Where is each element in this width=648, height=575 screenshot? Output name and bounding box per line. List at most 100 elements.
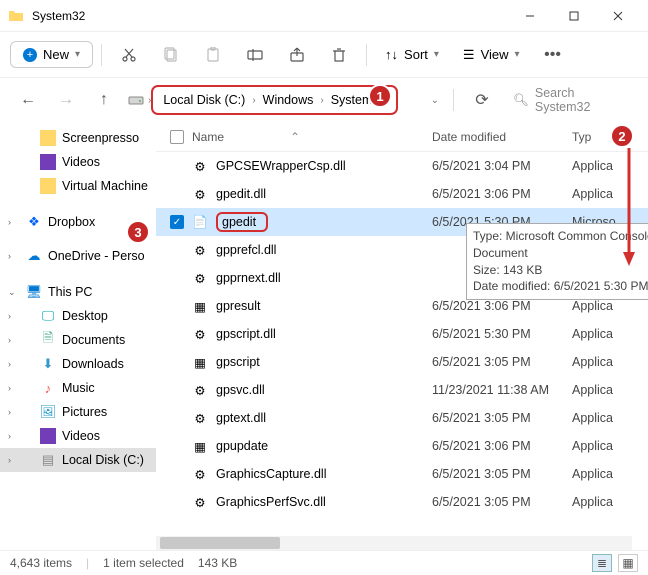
search-input[interactable]: 🔍︎ Search System32 — [506, 84, 634, 116]
onedrive-icon: ☁ — [26, 248, 42, 264]
sidebar-item[interactable]: ›🖵Desktop — [0, 304, 156, 328]
dll-icon: ⚙ — [192, 382, 208, 398]
chevron-right-icon[interactable]: › — [8, 311, 11, 321]
horizontal-scrollbar[interactable] — [156, 536, 632, 550]
chevron-down-icon[interactable]: ⌄ — [8, 287, 16, 298]
dll-icon: ⚙ — [192, 270, 208, 286]
chevron-right-icon[interactable]: › — [8, 455, 11, 465]
dll-icon: ⚙ — [192, 186, 208, 202]
dropbox-icon: ❖ — [26, 214, 42, 230]
file-row[interactable]: ▦gpupdate6/5/2021 3:06 PMApplica — [156, 432, 648, 460]
chevron-right-icon[interactable]: › — [8, 335, 11, 345]
chevron-right-icon[interactable]: › — [8, 431, 11, 441]
annotation-arrow-down — [620, 148, 638, 268]
file-row[interactable]: ⚙GraphicsCapture.dll6/5/2021 3:05 PMAppl… — [156, 460, 648, 488]
divider — [453, 89, 454, 111]
videos-icon — [40, 428, 56, 444]
search-icon: 🔍︎ — [513, 93, 529, 108]
downloads-icon: ⬇ — [40, 356, 56, 372]
scroll-thumb[interactable] — [160, 537, 280, 549]
more-button[interactable]: ••• — [534, 38, 572, 72]
select-all-checkbox[interactable] — [170, 130, 184, 144]
file-row[interactable]: ⚙gpsvc.dll11/23/2021 11:38 AMApplica — [156, 376, 648, 404]
file-row[interactable]: ⚙GPCSEWrapperCsp.dll6/5/2021 3:04 PMAppl… — [156, 152, 648, 180]
chevron-down-icon: ▾ — [434, 49, 439, 60]
file-row[interactable]: ⚙gptext.dll6/5/2021 3:05 PMApplica — [156, 404, 648, 432]
file-list[interactable]: ⚙GPCSEWrapperCsp.dll6/5/2021 3:04 PMAppl… — [156, 152, 648, 516]
divider — [366, 44, 367, 66]
address-bar: ← → ↑ › Local Disk (C:) › Windows › Syst… — [0, 78, 648, 122]
delete-button[interactable] — [320, 38, 358, 72]
view-label: View — [481, 47, 509, 62]
chevron-down-icon[interactable]: ⌄ — [431, 95, 439, 106]
annotation-badge-1: 1 — [368, 84, 392, 108]
sidebar-item-onedrive[interactable]: ›☁OneDrive - Perso — [0, 244, 156, 268]
chevron-right-icon[interactable]: › — [8, 251, 11, 261]
view-icon: ☰ — [463, 47, 475, 63]
file-row[interactable]: ⚙gpedit.dll6/5/2021 3:06 PMApplica — [156, 180, 648, 208]
drive-icon — [128, 92, 144, 108]
file-name-highlight: gpedit — [216, 212, 268, 232]
cut-button[interactable] — [110, 38, 148, 72]
details-view-toggle[interactable]: ≣ — [592, 554, 612, 572]
sort-label: Sort — [404, 47, 428, 62]
chevron-right-icon: › — [252, 95, 255, 106]
msc-icon: 📄 — [192, 214, 208, 230]
exe-icon: ▦ — [192, 354, 208, 370]
sidebar-item-localdisk[interactable]: ›▤Local Disk (C:) — [0, 448, 156, 472]
refresh-button[interactable]: ⟳ — [468, 86, 496, 114]
sidebar-item[interactable]: Videos — [0, 150, 156, 174]
sidebar-item-thispc[interactable]: ⌄🖥This PC — [0, 280, 156, 304]
toolbar: + New ▾ ↑↓ Sort ▾ ☰ View ▾ ••• — [0, 32, 648, 78]
dll-icon: ⚙ — [192, 410, 208, 426]
minimize-button[interactable] — [508, 1, 552, 31]
file-row[interactable]: ▦gpscript6/5/2021 3:05 PMApplica — [156, 348, 648, 376]
chevron-right-icon[interactable]: › — [8, 383, 11, 393]
column-name[interactable]: Name⌃ — [192, 130, 432, 144]
chevron-right-icon[interactable]: › — [8, 359, 11, 369]
file-row[interactable]: ⚙GraphicsPerfSvc.dll6/5/2021 3:05 PMAppl… — [156, 488, 648, 516]
file-row[interactable]: ⚙gpscript.dll6/5/2021 5:30 PMApplica — [156, 320, 648, 348]
chevron-right-icon[interactable]: › — [8, 217, 11, 227]
paste-button[interactable] — [194, 38, 232, 72]
breadcrumb-seg[interactable]: Local Disk (C:) — [159, 91, 249, 109]
icons-view-toggle[interactable]: ▦ — [618, 554, 638, 572]
share-button[interactable] — [278, 38, 316, 72]
view-button[interactable]: ☰ View ▾ — [453, 47, 530, 63]
sidebar-item[interactable]: ›🗎Documents — [0, 328, 156, 352]
dll-icon: ⚙ — [192, 242, 208, 258]
chevron-right-icon[interactable]: › — [8, 407, 11, 417]
up-button[interactable]: ↑ — [90, 86, 118, 114]
dll-icon: ⚙ — [192, 466, 208, 482]
sidebar-item[interactable]: Screenpresso — [0, 126, 156, 150]
exe-icon: ▦ — [192, 298, 208, 314]
item-count: 4,643 items — [10, 556, 72, 570]
maximize-button[interactable] — [552, 1, 596, 31]
exe-icon: ▦ — [192, 438, 208, 454]
copy-button[interactable] — [152, 38, 190, 72]
sort-icon: ↑↓ — [385, 47, 398, 62]
column-type[interactable]: Typ — [572, 130, 591, 144]
new-button[interactable]: + New ▾ — [10, 41, 93, 68]
column-date[interactable]: Date modified — [432, 130, 572, 144]
chevron-right-icon: › — [320, 95, 323, 106]
rename-button[interactable] — [236, 38, 274, 72]
documents-icon: 🗎 — [40, 332, 56, 348]
sidebar-item[interactable]: ›🖼Pictures — [0, 400, 156, 424]
sidebar-item[interactable]: ›♪Music — [0, 376, 156, 400]
dll-icon: ⚙ — [192, 494, 208, 510]
sidebar-item[interactable]: ›Videos — [0, 424, 156, 448]
forward-button[interactable]: → — [52, 86, 80, 114]
sidebar-item[interactable]: ›⬇Downloads — [0, 352, 156, 376]
row-checkbox[interactable]: ✓ — [170, 215, 184, 229]
sidebar-item[interactable]: Virtual Machine — [0, 174, 156, 198]
divider — [101, 44, 102, 66]
drive-icon: ▤ — [40, 452, 56, 468]
search-placeholder: Search System32 — [535, 86, 627, 114]
back-button[interactable]: ← — [14, 86, 42, 114]
breadcrumb-seg[interactable]: Windows — [259, 91, 318, 109]
chevron-down-icon: ▾ — [75, 49, 80, 60]
close-button[interactable] — [596, 1, 640, 31]
tooltip-date: Date modified: 6/5/2021 5:30 PM — [473, 278, 648, 295]
sort-button[interactable]: ↑↓ Sort ▾ — [375, 47, 449, 62]
